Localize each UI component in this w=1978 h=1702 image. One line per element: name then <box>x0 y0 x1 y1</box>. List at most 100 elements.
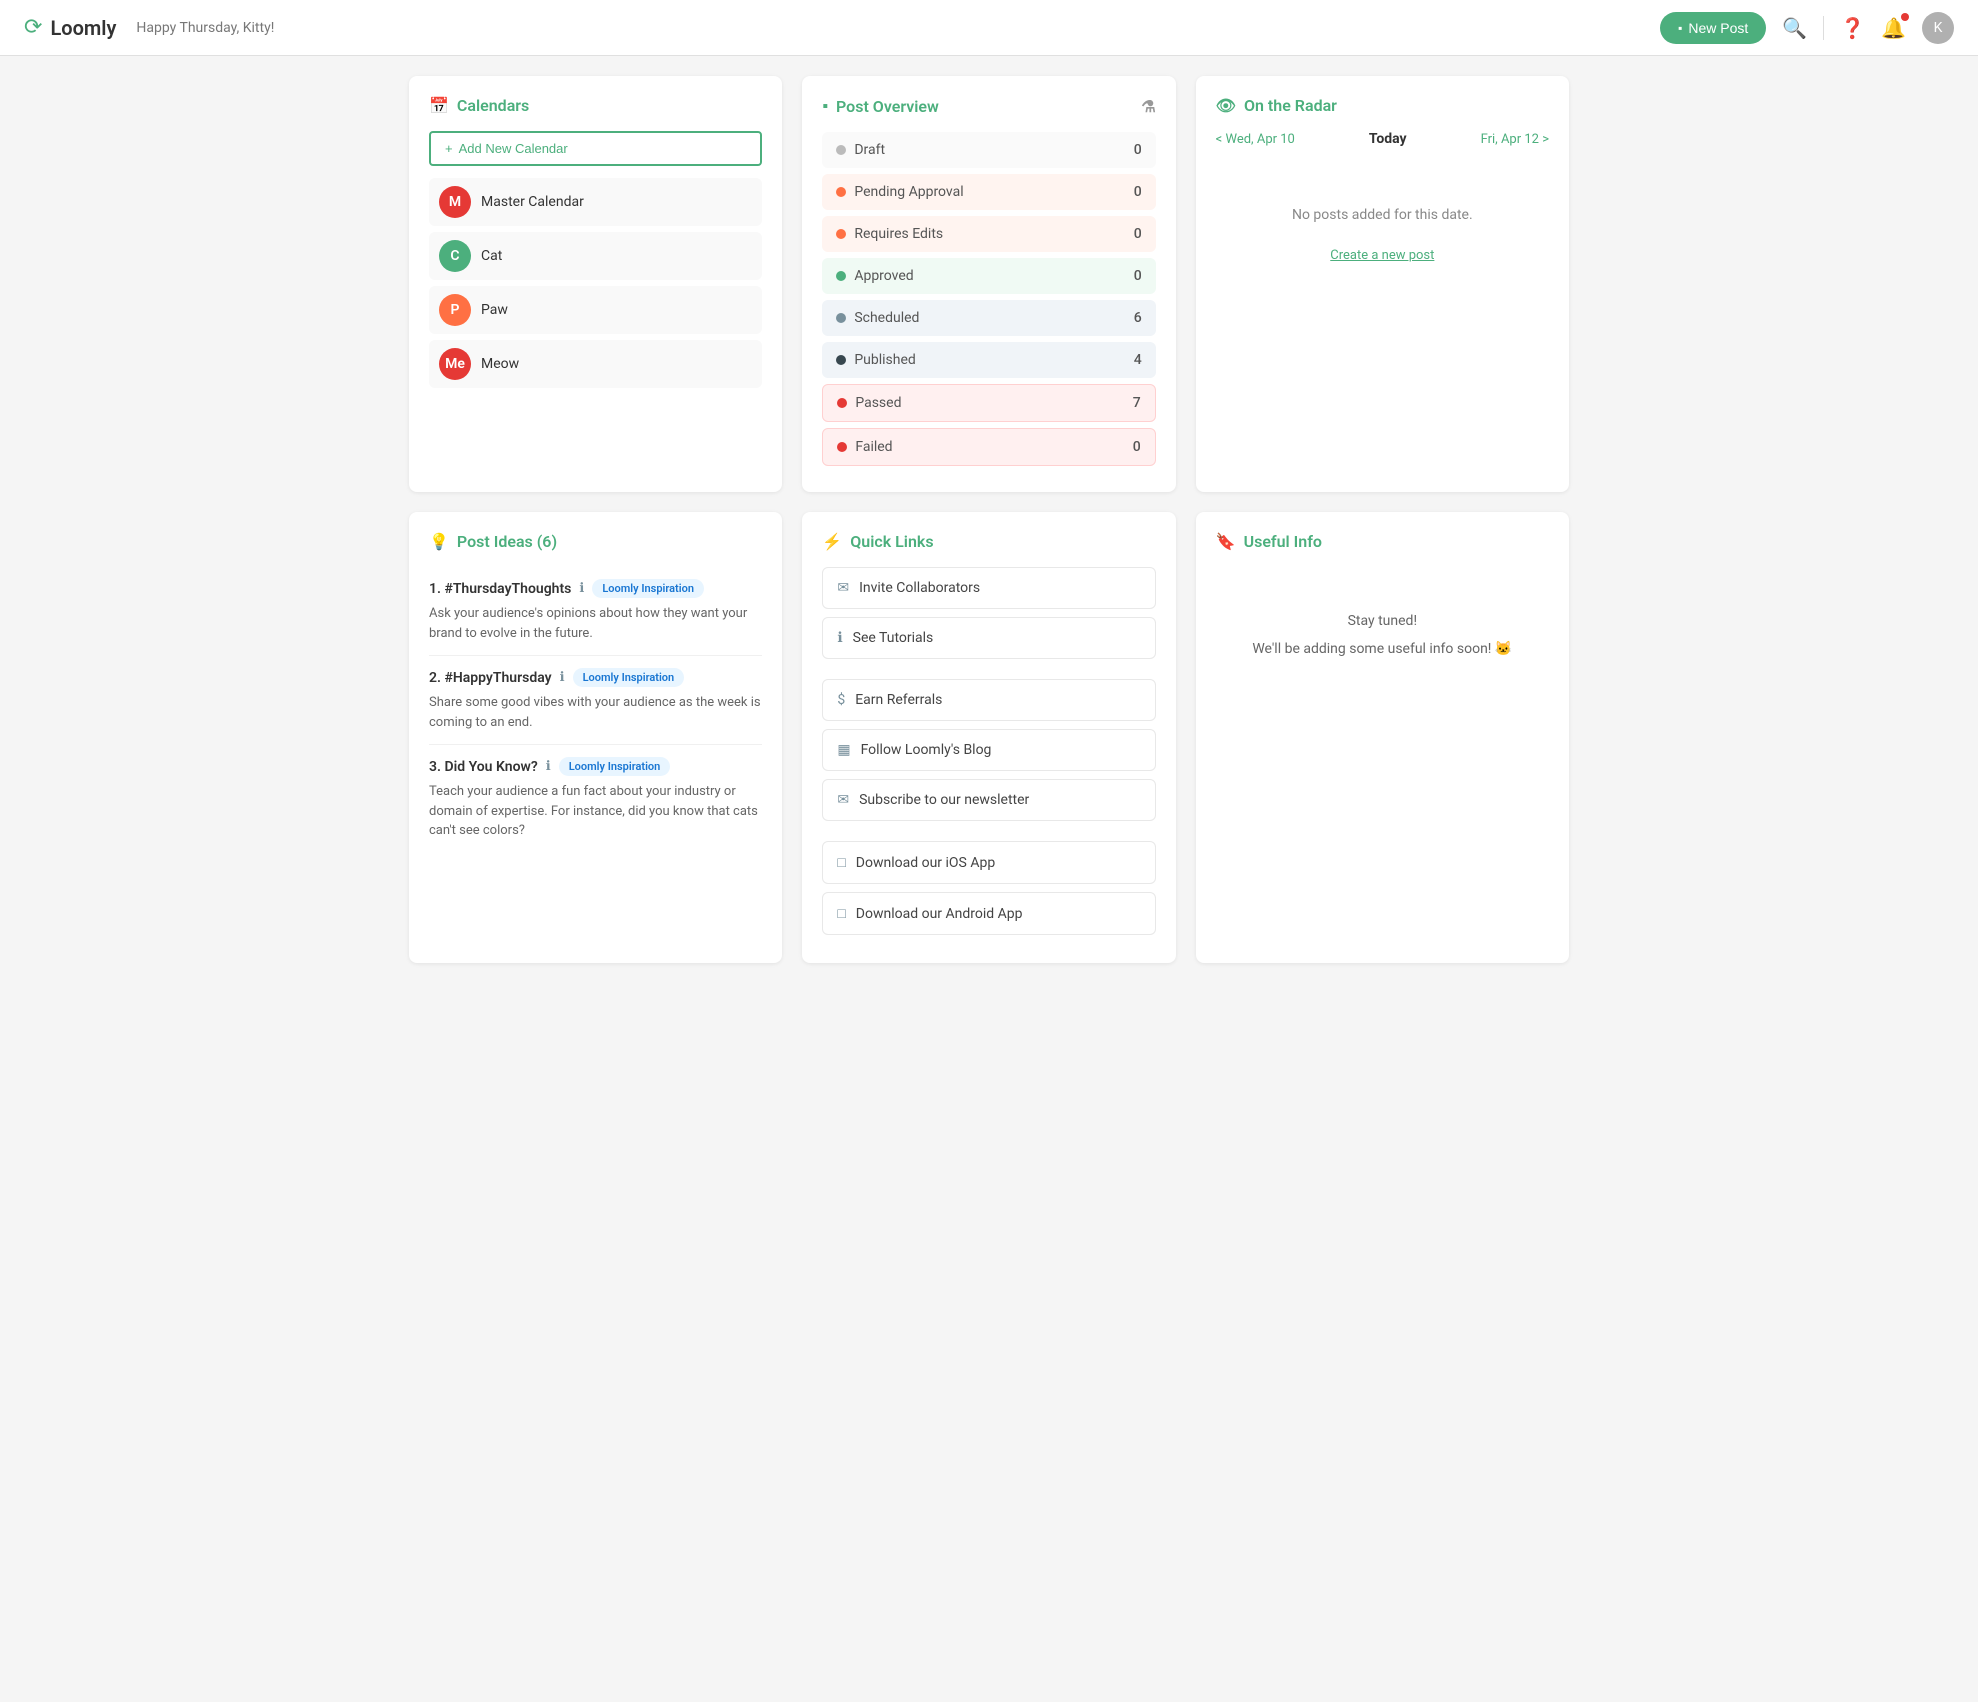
idea-description: Teach your audience a fun fact about you… <box>429 782 762 841</box>
overview-row-scheduled[interactable]: Scheduled 6 <box>822 300 1155 336</box>
row-label-requires: Requires Edits <box>854 226 943 242</box>
idea-title: 1. #ThursdayThoughts <box>429 581 571 597</box>
idea-info-icon[interactable]: ℹ <box>579 581 584 596</box>
calendar-item[interactable]: M Master Calendar <box>429 178 762 226</box>
post-overview-title-row: ▪ Post Overview ⚗ <box>822 96 1155 116</box>
overview-row-failed[interactable]: Failed 0 <box>822 428 1155 466</box>
idea-badge: Loomly Inspiration <box>559 757 671 776</box>
calendar-avatar: M <box>439 186 471 218</box>
post-overview-icon: ▪ <box>822 96 828 116</box>
new-post-button[interactable]: ▪ New Post <box>1660 12 1766 44</box>
quick-link-label: Follow Loomly's Blog <box>861 742 992 758</box>
calendar-avatar: P <box>439 294 471 326</box>
row-count-scheduled: 6 <box>1134 310 1142 326</box>
row-label-published: Published <box>854 352 915 368</box>
post-idea-item: 2. #HappyThursday ℹ Loomly Inspiration S… <box>429 656 762 745</box>
useful-info-title: 🔖 Useful Info <box>1216 532 1549 551</box>
quick-link-see-tutorials[interactable]: ℹ See Tutorials <box>822 617 1155 659</box>
calendar-item[interactable]: Me Meow <box>429 340 762 388</box>
on-the-radar-card: 👁 On the Radar < Wed, Apr 10 Today Fri, … <box>1196 76 1569 492</box>
idea-info-icon[interactable]: ℹ <box>560 670 565 685</box>
logo-text: Loomly <box>50 16 116 40</box>
useful-info-line2: We'll be adding some useful info soon! 🐱 <box>1236 635 1529 663</box>
notifications-icon[interactable]: 🔔 <box>1881 16 1906 40</box>
idea-title: 3. Did You Know? <box>429 759 538 775</box>
status-dot-pending <box>836 187 846 197</box>
on-the-radar-title: 👁 On the Radar <box>1216 96 1549 115</box>
calendar-list: M Master Calendar C Cat P Paw Me Meow <box>429 178 762 388</box>
useful-info-content: Stay tuned! We'll be adding some useful … <box>1216 567 1549 703</box>
post-overview-card: ▪ Post Overview ⚗ Draft 0 Pending Approv… <box>802 76 1175 492</box>
logo-area: ⟳ Loomly Happy Thursday, Kitty! <box>24 15 274 40</box>
row-label-approved: Approved <box>854 268 913 284</box>
row-count-approved: 0 <box>1134 268 1142 284</box>
idea-badge: Loomly Inspiration <box>573 668 685 687</box>
quick-link-label: Invite Collaborators <box>859 580 980 596</box>
post-ideas-card: 💡 Post Ideas (6) 1. #ThursdayThoughts ℹ … <box>409 512 782 963</box>
quick-link-invite-collaborators[interactable]: ✉ Invite Collaborators <box>822 567 1155 609</box>
main-content: 📅 Calendars + Add New Calendar M Master … <box>389 56 1589 983</box>
quick-link-label: Earn Referrals <box>855 692 942 708</box>
row-count-failed: 0 <box>1133 439 1141 455</box>
notification-badge <box>1901 13 1909 21</box>
overview-row-requires[interactable]: Requires Edits 0 <box>822 216 1155 252</box>
quick-links-title: ⚡ Quick Links <box>822 532 1155 551</box>
row-label-pending: Pending Approval <box>854 184 963 200</box>
new-post-label: New Post <box>1688 20 1748 36</box>
radar-prev-link[interactable]: < Wed, Apr 10 <box>1216 132 1295 147</box>
useful-info-line1: Stay tuned! <box>1236 607 1529 635</box>
calendar-name: Meow <box>481 356 519 372</box>
radar-next-link[interactable]: Fri, Apr 12 > <box>1481 132 1549 147</box>
row-count-passed: 7 <box>1133 395 1141 411</box>
idea-info-icon[interactable]: ℹ <box>546 759 551 774</box>
overview-row-approved[interactable]: Approved 0 <box>822 258 1155 294</box>
radar-empty-message: No posts added for this date. <box>1216 163 1549 248</box>
quick-link-earn-referrals[interactable]: $ Earn Referrals <box>822 679 1155 721</box>
calendar-icon: 📅 <box>429 96 449 115</box>
quick-link-label: See Tutorials <box>853 630 934 646</box>
quick-link-icon: ℹ <box>837 630 842 646</box>
help-icon[interactable]: ❓ <box>1840 16 1865 40</box>
calendar-item[interactable]: P Paw <box>429 286 762 334</box>
avatar[interactable]: K <box>1922 12 1954 44</box>
quick-link-label: Download our Android App <box>856 906 1023 922</box>
quick-link-download-our-android-app[interactable]: □ Download our Android App <box>822 892 1155 935</box>
overview-row-draft[interactable]: Draft 0 <box>822 132 1155 168</box>
quick-link-icon: □ <box>837 905 845 922</box>
post-ideas-title: 💡 Post Ideas (6) <box>429 532 762 551</box>
filter-icon[interactable]: ⚗ <box>1141 97 1155 116</box>
header: ⟳ Loomly Happy Thursday, Kitty! ▪ New Po… <box>0 0 1978 56</box>
status-dot-requires <box>836 229 846 239</box>
status-dot-draft <box>836 145 846 155</box>
useful-info-card: 🔖 Useful Info Stay tuned! We'll be addin… <box>1196 512 1569 963</box>
search-icon[interactable]: 🔍 <box>1782 16 1807 40</box>
overview-row-pending[interactable]: Pending Approval 0 <box>822 174 1155 210</box>
calendar-item[interactable]: C Cat <box>429 232 762 280</box>
radar-navigation: < Wed, Apr 10 Today Fri, Apr 12 > <box>1216 131 1549 147</box>
calendars-title: 📅 Calendars <box>429 96 762 115</box>
add-calendar-button[interactable]: + Add New Calendar <box>429 131 762 166</box>
overview-row-published[interactable]: Published 4 <box>822 342 1155 378</box>
overview-row-passed[interactable]: Passed 7 <box>822 384 1155 422</box>
ideas-icon: 💡 <box>429 532 449 551</box>
status-dot-scheduled <box>836 313 846 323</box>
radar-create-link[interactable]: Create a new post <box>1216 248 1549 263</box>
new-post-icon: ▪ <box>1678 21 1682 35</box>
quick-link-subscribe-to-our-newsletter[interactable]: ✉ Subscribe to our newsletter <box>822 779 1155 821</box>
status-dot-passed <box>837 398 847 408</box>
quick-link-download-our-ios-app[interactable]: □ Download our iOS App <box>822 841 1155 884</box>
row-count-draft: 0 <box>1134 142 1142 158</box>
calendar-name: Cat <box>481 248 502 264</box>
quick-link-icon: □ <box>837 854 845 871</box>
idea-description: Ask your audience's opinions about how t… <box>429 604 762 643</box>
quick-link-separator <box>822 829 1155 841</box>
status-dot-failed <box>837 442 847 452</box>
quick-link-follow-loomly's-blog[interactable]: ▦ Follow Loomly's Blog <box>822 729 1155 771</box>
header-right: ▪ New Post 🔍 ❓ 🔔 K <box>1660 12 1954 44</box>
quick-link-icon: ▦ <box>837 742 850 758</box>
post-idea-item: 3. Did You Know? ℹ Loomly Inspiration Te… <box>429 745 762 853</box>
idea-description: Share some good vibes with your audience… <box>429 693 762 732</box>
row-label-scheduled: Scheduled <box>854 310 919 326</box>
post-idea-item: 1. #ThursdayThoughts ℹ Loomly Inspiratio… <box>429 567 762 656</box>
calendar-avatar: C <box>439 240 471 272</box>
